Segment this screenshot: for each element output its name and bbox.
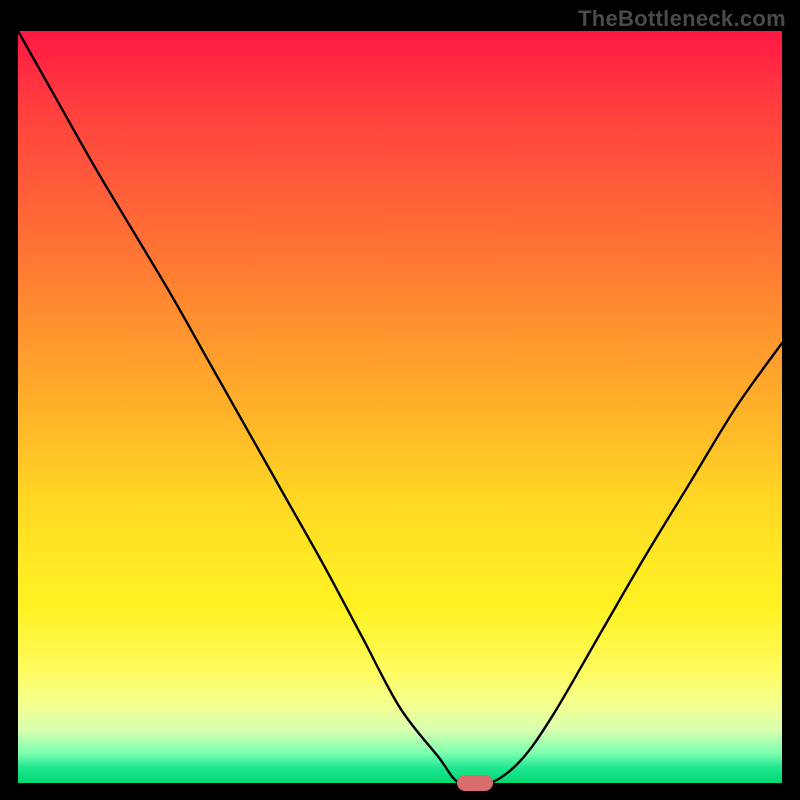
gradient-plot-area (18, 31, 782, 783)
watermark-text: TheBottleneck.com (578, 6, 786, 32)
optimal-marker-pill (457, 775, 494, 790)
chart-frame: TheBottleneck.com (0, 0, 800, 800)
